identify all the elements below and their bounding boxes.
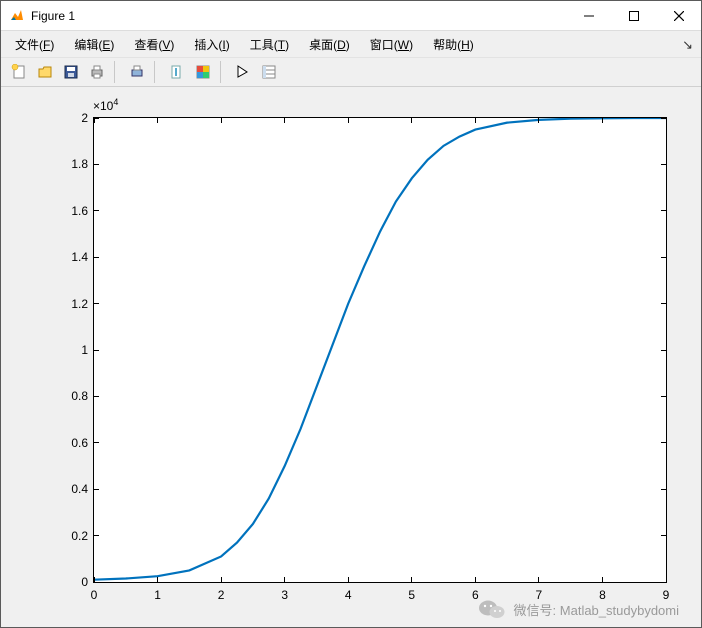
data-line — [94, 118, 666, 582]
window-title: Figure 1 — [31, 9, 75, 23]
menu-insert[interactable]: 插入(I) — [186, 33, 237, 56]
matlab-icon — [9, 8, 25, 24]
colorbar-button[interactable] — [191, 60, 215, 84]
menu-file[interactable]: 文件(F) — [7, 33, 62, 56]
toolbar-sep-2 — [154, 61, 160, 83]
axes-container: 00.20.40.60.811.21.41.61.820123456789 — [93, 117, 667, 583]
x-tick-label: 5 — [408, 582, 415, 602]
save-button[interactable] — [59, 60, 83, 84]
close-button[interactable] — [656, 1, 701, 31]
menu-help[interactable]: 帮助(H) — [425, 33, 482, 56]
print-button[interactable] — [85, 60, 109, 84]
y-tick-label: 1.2 — [71, 297, 94, 311]
open-button[interactable] — [33, 60, 57, 84]
menubar: 文件(F) 编辑(E) 查看(V) 插入(I) 工具(T) 桌面(D) 窗口(W… — [1, 31, 701, 57]
x-tick-label: 3 — [281, 582, 288, 602]
edit-plot-button[interactable] — [231, 60, 255, 84]
watermark-text: 微信号: Matlab_studybydomi — [514, 600, 679, 619]
plot-area: ×104 00.20.40.60.811.21.41.61.8201234567… — [1, 87, 701, 627]
toolbar — [1, 57, 701, 87]
print-preview-button[interactable] — [125, 60, 149, 84]
titlebar: Figure 1 — [1, 1, 701, 31]
y-tick-label: 1.4 — [71, 250, 94, 264]
toolbar-sep-1 — [114, 61, 120, 83]
x-tick-label: 1 — [154, 582, 161, 602]
y-tick-label: 1 — [81, 343, 94, 357]
y-tick-label: 0.8 — [71, 389, 94, 403]
y-axis-multiplier: ×104 — [93, 97, 118, 113]
link-plot-button[interactable] — [165, 60, 189, 84]
new-figure-button[interactable] — [7, 60, 31, 84]
menu-window[interactable]: 窗口(W) — [362, 33, 421, 56]
y-tick-label: 0.2 — [71, 529, 94, 543]
property-inspector-button[interactable] — [257, 60, 281, 84]
minimize-button[interactable] — [566, 1, 611, 31]
y-tick-label: 0.6 — [71, 436, 94, 450]
wechat-icon — [478, 597, 506, 621]
y-tick-label: 0.4 — [71, 482, 94, 496]
axes[interactable]: 00.20.40.60.811.21.41.61.820123456789 — [93, 117, 667, 583]
menu-view[interactable]: 查看(V) — [126, 33, 182, 56]
x-tick-label: 4 — [345, 582, 352, 602]
toolbar-sep-3 — [220, 61, 226, 83]
watermark: 微信号: Matlab_studybydomi — [478, 597, 679, 621]
figure-window: Figure 1 文件(F) 编辑(E) 查看(V) 插入(I) 工具(T) 桌… — [0, 0, 702, 628]
x-tick-label: 2 — [218, 582, 225, 602]
undock-icon[interactable]: ↘ — [682, 37, 693, 53]
y-tick-label: 1.8 — [71, 157, 94, 171]
menu-edit[interactable]: 编辑(E) — [66, 33, 122, 56]
y-tick-label: 2 — [81, 111, 94, 125]
maximize-button[interactable] — [611, 1, 656, 31]
menu-desktop[interactable]: 桌面(D) — [301, 33, 358, 56]
y-tick-label: 1.6 — [71, 204, 94, 218]
x-tick-label: 0 — [91, 582, 98, 602]
menu-tools[interactable]: 工具(T) — [242, 33, 297, 56]
